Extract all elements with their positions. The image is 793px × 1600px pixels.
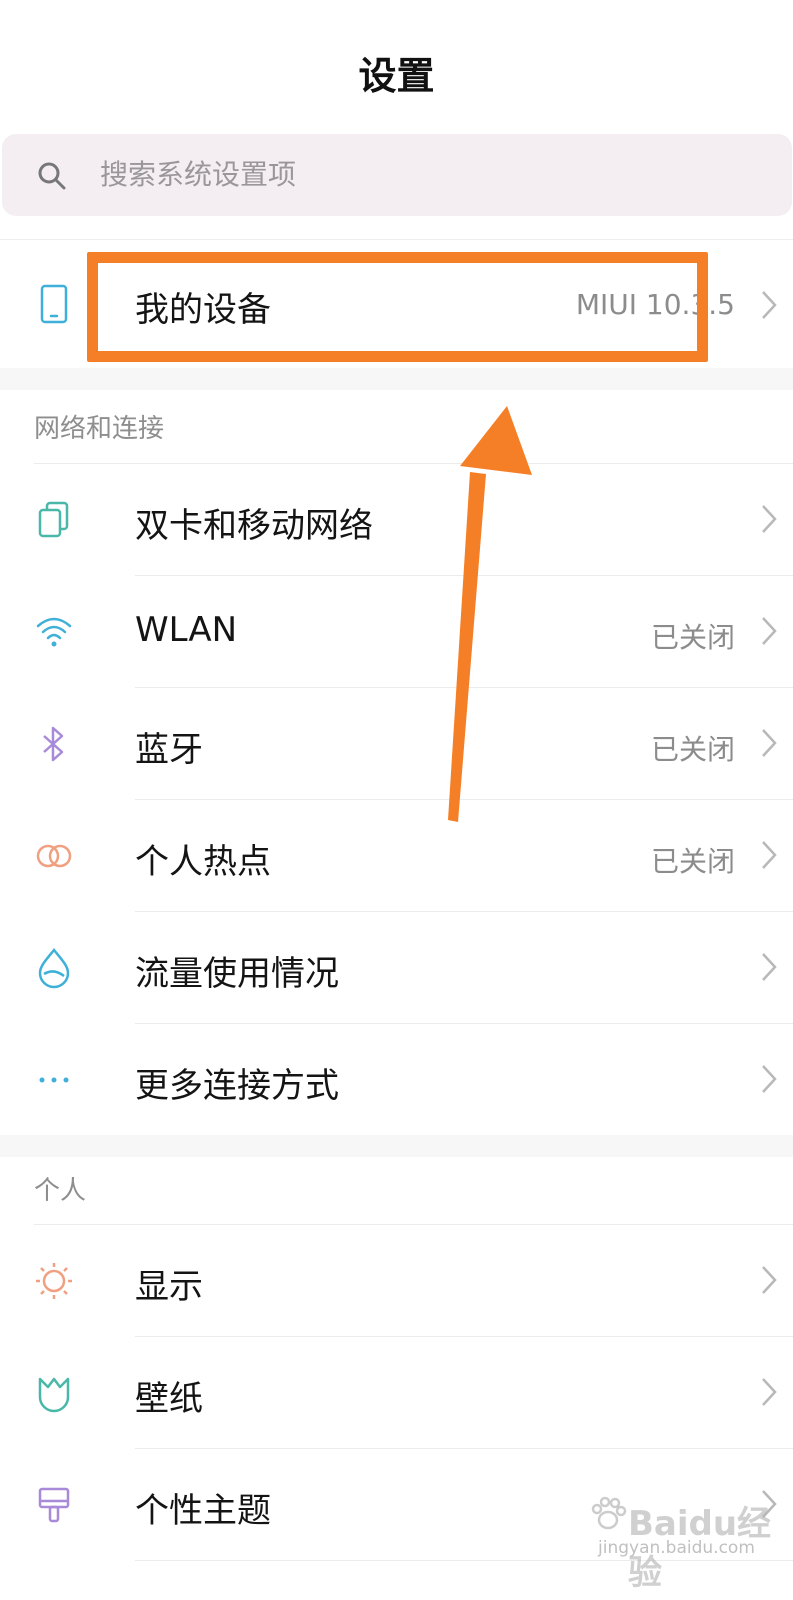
watermark-url: jingyan.baidu.com <box>598 1538 755 1558</box>
paw-logo-icon <box>591 1496 627 1530</box>
annotation-arrow <box>448 406 532 822</box>
baidu-jingyan-watermark: Baidu经验 jingyan.baidu.com <box>588 1488 784 1593</box>
